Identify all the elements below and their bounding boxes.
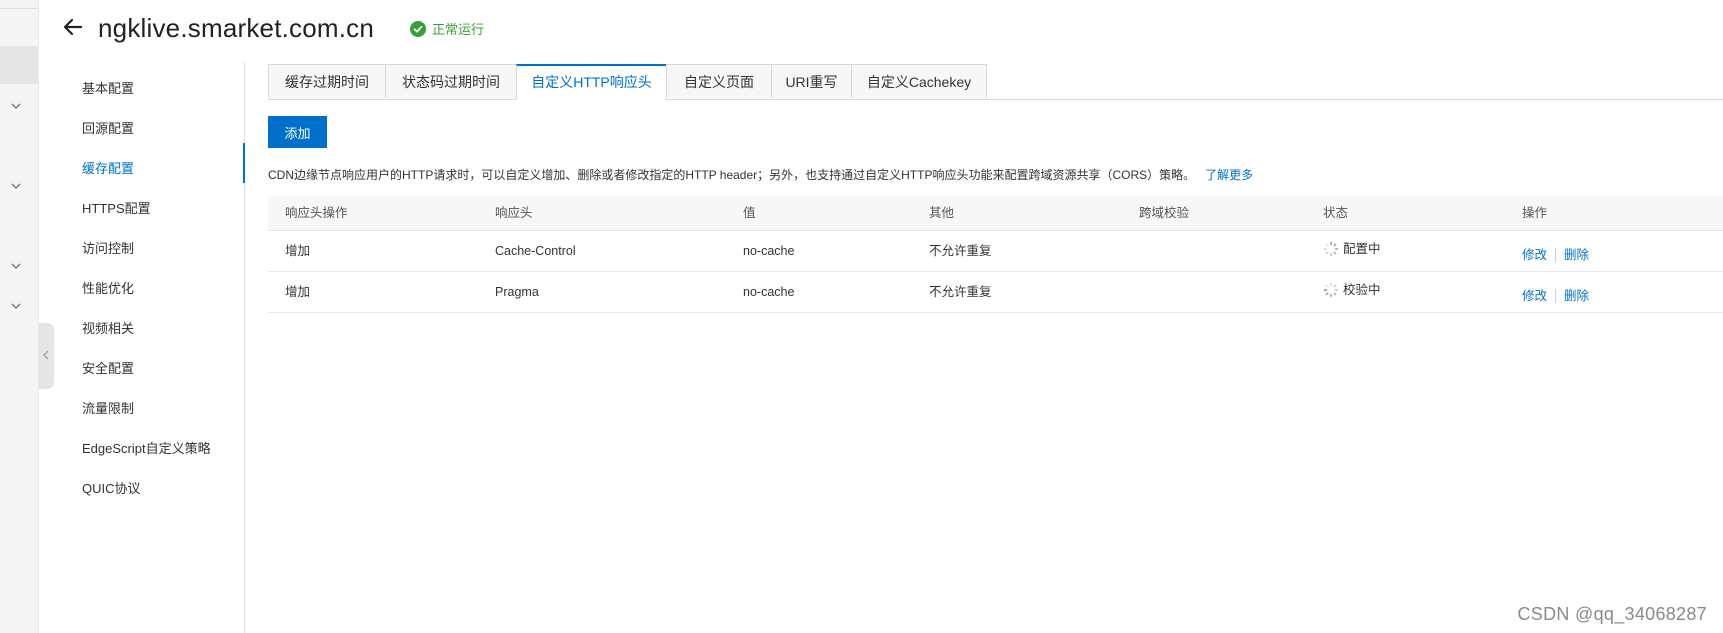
collapse-sidebar-toggle[interactable]: [38, 323, 54, 389]
check-circle-icon: [410, 20, 426, 37]
divider: [1555, 248, 1557, 262]
config-sidebar: 基本配置 回源配置 缓存配置 HTTPS配置 访问控制 性能优化 视频相关 安全…: [62, 62, 245, 633]
rail-top-block: [0, 0, 38, 9]
sidebar-item-security[interactable]: 安全配置: [82, 358, 134, 377]
cell-other: 不允许重复: [929, 244, 992, 258]
tab-custom-pages[interactable]: 自定义页面: [666, 64, 772, 98]
sidebar-item-cache[interactable]: 缓存配置: [82, 158, 134, 177]
status-label: 校验中: [1343, 283, 1381, 297]
cell-other: 不允许重复: [929, 285, 992, 299]
table-header: 响应头操作 响应头 值 其他 跨域校验 状态 操作: [268, 196, 1723, 231]
description-text: CDN边缘节点响应用户的HTTP请求时，可以自定义增加、删除或者修改指定的HTT…: [268, 168, 1196, 182]
cell-value: no-cache: [743, 244, 795, 258]
column-header: 值: [743, 206, 756, 220]
cell-action: 增加: [285, 244, 311, 258]
description: CDN边缘节点响应用户的HTTP请求时，可以自定义增加、删除或者修改指定的HTT…: [268, 166, 1253, 183]
config-tabs: 缓存过期时间 状态码过期时间 自定义HTTP响应头 自定义页面 URI重写 自定…: [268, 64, 1723, 100]
delete-link[interactable]: 删除: [1564, 276, 1589, 316]
sidebar-item-performance[interactable]: 性能优化: [82, 278, 134, 297]
chevron-down-icon[interactable]: [9, 99, 23, 113]
delete-link[interactable]: 删除: [1564, 235, 1589, 275]
column-header: 操作: [1522, 206, 1548, 220]
learn-more-link[interactable]: 了解更多: [1205, 168, 1253, 182]
page-title: ngklive.smarket.com.cn: [98, 13, 375, 43]
chevron-down-icon[interactable]: [9, 299, 23, 313]
table-row: 增加 Pragma no-cache 不允许重复 校验中 修改 删除: [268, 272, 1723, 313]
cell-value: no-cache: [743, 285, 795, 299]
cell-header: Pragma: [495, 285, 539, 299]
cell-status: 配置中: [1323, 229, 1381, 269]
status-label: 配置中: [1343, 242, 1381, 256]
cell-status: 校验中: [1323, 270, 1381, 310]
loading-spinner-icon: [1323, 241, 1339, 257]
status-text: 正常运行: [432, 22, 485, 37]
status-badge: 正常运行: [410, 19, 484, 38]
response-header-table: 响应头操作 响应头 值 其他 跨域校验 状态 操作 增加 Cache-Contr…: [268, 196, 1723, 313]
back-arrow-icon[interactable]: [62, 16, 84, 38]
table-row: 增加 Cache-Control no-cache 不允许重复 配置中 修改 删…: [268, 231, 1723, 272]
chevron-down-icon[interactable]: [9, 259, 23, 273]
column-header: 响应头: [495, 206, 533, 220]
tab-custom-http-headers[interactable]: 自定义HTTP响应头: [516, 64, 667, 100]
sidebar-item-origin[interactable]: 回源配置: [82, 118, 134, 137]
column-header: 跨域校验: [1139, 206, 1190, 220]
column-header: 其他: [929, 206, 955, 220]
add-button[interactable]: 添加: [268, 116, 327, 148]
sidebar-item-basic[interactable]: 基本配置: [82, 78, 134, 97]
sidebar-item-rate-limit[interactable]: 流量限制: [82, 398, 134, 417]
rail-active-item[interactable]: [0, 46, 38, 84]
watermark: CSDN @qq_34068287: [1517, 604, 1707, 624]
divider: [1555, 289, 1557, 303]
tab-status-code-expiry[interactable]: 状态码过期时间: [385, 64, 517, 98]
sidebar-item-edgescript[interactable]: EdgeScript自定义策略: [82, 438, 211, 457]
cell-action: 增加: [285, 285, 311, 299]
tab-cache-expiry[interactable]: 缓存过期时间: [268, 64, 386, 98]
tab-custom-cachekey[interactable]: 自定义Cachekey: [851, 64, 987, 98]
edit-link[interactable]: 修改: [1522, 276, 1547, 316]
sidebar-item-quic[interactable]: QUIC协议: [82, 478, 141, 497]
loading-spinner-icon: [1323, 282, 1339, 298]
cell-operations: 修改 删除: [1522, 235, 1589, 275]
chevron-left-icon: [41, 348, 51, 365]
column-header: 响应头操作: [285, 206, 348, 220]
tab-uri-rewrite[interactable]: URI重写: [771, 64, 852, 98]
sidebar-item-video[interactable]: 视频相关: [82, 318, 134, 337]
cell-operations: 修改 删除: [1522, 276, 1589, 316]
global-nav-rail: [0, 0, 54, 633]
column-header: 状态: [1323, 206, 1349, 220]
sidebar-item-access-control[interactable]: 访问控制: [82, 238, 134, 257]
sidebar-active-indicator: [243, 143, 245, 183]
chevron-down-icon[interactable]: [9, 179, 23, 193]
sidebar-item-https[interactable]: HTTPS配置: [82, 198, 151, 217]
cell-header: Cache-Control: [495, 244, 576, 258]
edit-link[interactable]: 修改: [1522, 235, 1547, 275]
